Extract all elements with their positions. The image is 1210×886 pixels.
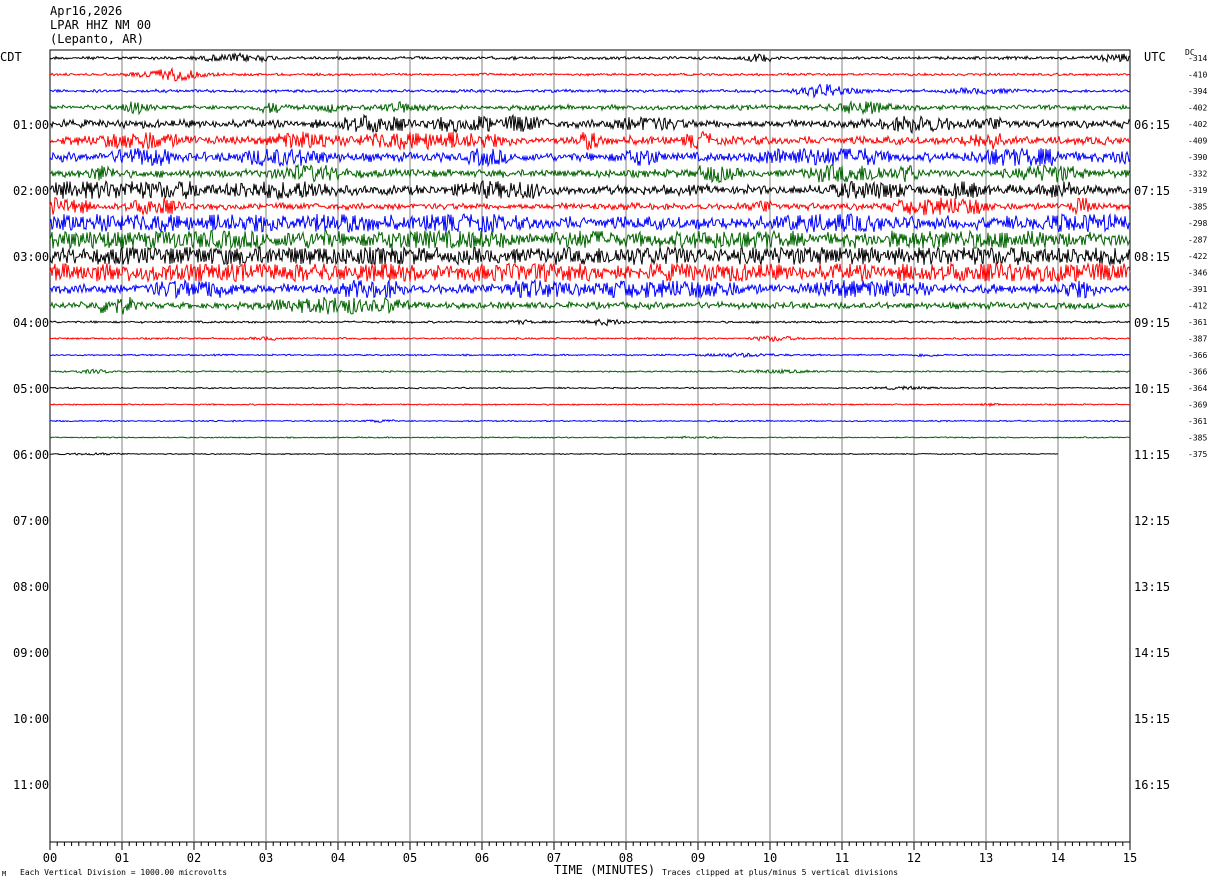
right-time-label: 13:15 bbox=[1134, 580, 1170, 594]
trace-line bbox=[49, 245, 1131, 267]
trace-line bbox=[49, 66, 1131, 82]
left-time-label: 08:00 bbox=[13, 580, 49, 594]
dc-offset-label: -391 bbox=[1188, 285, 1207, 294]
dc-offset-label: -364 bbox=[1188, 384, 1207, 393]
dc-offset-label: -390 bbox=[1188, 153, 1207, 162]
left-time-label: 11:00 bbox=[13, 778, 49, 792]
right-time-label: 08:15 bbox=[1134, 250, 1170, 264]
trace-line bbox=[49, 229, 1131, 251]
dc-offset-label: -366 bbox=[1188, 368, 1207, 377]
x-tick-label: 14 bbox=[1051, 851, 1065, 865]
dc-offset-label: -375 bbox=[1188, 450, 1207, 459]
clipping-note: Traces clipped at plus/minus 5 vertical … bbox=[662, 868, 899, 877]
dc-offset-label: -319 bbox=[1188, 186, 1207, 195]
trace-line bbox=[49, 296, 1131, 315]
x-tick-label: 10 bbox=[763, 851, 777, 865]
right-time-label: 07:15 bbox=[1134, 184, 1170, 198]
trace-line bbox=[49, 385, 1131, 391]
plot-frame bbox=[49, 49, 1131, 843]
dc-offset-label: -387 bbox=[1188, 335, 1207, 344]
right-time-label: 16:15 bbox=[1134, 778, 1170, 792]
dc-offset-label: -385 bbox=[1188, 203, 1207, 212]
x-tick-label: 09 bbox=[691, 851, 705, 865]
x-tick-label: 00 bbox=[43, 851, 57, 865]
trace-line bbox=[49, 335, 1131, 343]
dc-offset-label: -412 bbox=[1188, 302, 1207, 311]
dc-offset-label: -410 bbox=[1188, 71, 1207, 80]
dc-offset-label: -332 bbox=[1188, 170, 1207, 179]
x-tick-label: 05 bbox=[403, 851, 417, 865]
x-tick-label: 11 bbox=[835, 851, 849, 865]
right-time-label: 11:15 bbox=[1134, 448, 1170, 462]
dc-offset-label: -287 bbox=[1188, 236, 1207, 245]
dc-offset-label: -402 bbox=[1188, 104, 1207, 113]
right-time-label: 09:15 bbox=[1134, 316, 1170, 330]
trace-line bbox=[49, 197, 1131, 216]
trace-line bbox=[49, 163, 1131, 184]
left-time-label: 01:00 bbox=[13, 118, 49, 132]
trace-line bbox=[49, 99, 1131, 116]
left-time-label: 05:00 bbox=[13, 382, 49, 396]
trace-line bbox=[49, 278, 1131, 300]
left-time-label: 10:00 bbox=[13, 712, 49, 726]
trace-line bbox=[49, 352, 1131, 358]
dc-offset-label: -361 bbox=[1188, 417, 1207, 426]
dc-offset-label: -422 bbox=[1188, 252, 1207, 261]
left-time-label: 09:00 bbox=[13, 646, 49, 660]
x-tick-label: 13 bbox=[979, 851, 993, 865]
x-tick-label: 12 bbox=[907, 851, 921, 865]
dc-offset-label: -314 bbox=[1188, 54, 1207, 63]
x-tick-label: 15 bbox=[1123, 851, 1137, 865]
x-tick-label: 04 bbox=[331, 851, 345, 865]
right-time-label: 14:15 bbox=[1134, 646, 1170, 660]
right-time-label: 12:15 bbox=[1134, 514, 1170, 528]
x-tick-label: 01 bbox=[115, 851, 129, 865]
right-time-label: 06:15 bbox=[1134, 118, 1170, 132]
x-tick-label: 06 bbox=[475, 851, 489, 865]
right-time-label: 10:15 bbox=[1134, 382, 1170, 396]
trace-line bbox=[49, 367, 1131, 375]
dc-offset-label: -385 bbox=[1188, 434, 1207, 443]
x-tick-label: 03 bbox=[259, 851, 273, 865]
x-axis-label: TIME (MINUTES) bbox=[554, 863, 656, 877]
left-time-label: 06:00 bbox=[13, 448, 49, 462]
trace-line bbox=[49, 147, 1131, 168]
dc-offset-label: -366 bbox=[1188, 351, 1207, 360]
vertical-division-note: Each Vertical Division = 1000.00 microvo… bbox=[20, 868, 228, 877]
left-time-label: 02:00 bbox=[13, 184, 49, 198]
left-time-label: 04:00 bbox=[13, 316, 49, 330]
right-time-label: 15:15 bbox=[1134, 712, 1170, 726]
dc-offset-label: -409 bbox=[1188, 137, 1207, 146]
corner-mark: M bbox=[2, 870, 7, 878]
left-time-label: 03:00 bbox=[13, 250, 49, 264]
trace-line bbox=[49, 261, 1131, 283]
trace-line bbox=[49, 180, 1131, 201]
trace-line bbox=[49, 318, 1131, 327]
dc-offset-label: -361 bbox=[1188, 318, 1207, 327]
trace-line bbox=[49, 130, 1131, 151]
trace-line bbox=[49, 419, 1131, 424]
dc-offset-label: -402 bbox=[1188, 120, 1207, 129]
seismogram-plot: 00 01 02 03 04 05 06 07 08 09 10 11 12 13 14 1501:0002:… bbox=[13, 49, 1207, 865]
dc-offset-label: -369 bbox=[1188, 401, 1207, 410]
trace-line bbox=[49, 113, 1131, 135]
dc-offset-label: -394 bbox=[1188, 87, 1207, 96]
left-time-label: 07:00 bbox=[13, 514, 49, 528]
trace-line bbox=[49, 402, 1131, 408]
trace-line bbox=[49, 83, 1131, 99]
dc-offset-label: -298 bbox=[1188, 219, 1207, 228]
dc-offset-label: -346 bbox=[1188, 269, 1207, 278]
x-tick-label: 02 bbox=[187, 851, 201, 865]
trace-line bbox=[49, 212, 1131, 234]
trace-line bbox=[49, 52, 1131, 64]
trace-line bbox=[49, 435, 1131, 440]
